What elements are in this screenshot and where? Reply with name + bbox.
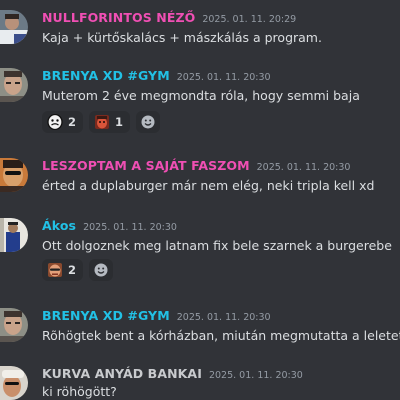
author-name[interactable]: LESZOPTAM A SAJÁT FASZOM <box>42 158 250 173</box>
author-name[interactable]: BRENYA XD #GYM <box>42 308 170 323</box>
chat-messages: NULLFORINTOS NÉZŐ 2025. 01. 11. 20:29 Kaj… <box>0 0 400 400</box>
user-avatar[interactable] <box>0 366 28 400</box>
message-header: LESZOPTAM A SAJÁT FASZOM 2025. 01. 11. 20… <box>42 156 350 174</box>
add-reaction-button[interactable] <box>136 111 161 133</box>
message-header: NULLFORINTOS NÉZŐ 2025. 01. 11. 20:29 <box>42 8 296 26</box>
message-timestamp: 2025. 01. 11. 20:30 <box>176 312 271 323</box>
add-reaction-icon <box>141 115 155 129</box>
user-avatar[interactable] <box>0 308 28 342</box>
reaction-count: 2 <box>68 115 77 129</box>
author-name[interactable]: NULLFORINTOS NÉZŐ <box>42 10 195 25</box>
message-timestamp: 2025. 01. 11. 20:30 <box>256 162 351 173</box>
reaction-bar: 2 <box>42 259 114 281</box>
custom-face-emoji-icon <box>47 114 63 130</box>
custom-red-face-emoji-icon <box>95 115 110 129</box>
reaction-count: 2 <box>68 263 77 277</box>
message-header: BRENYA XD #GYM 2025. 01. 11. 20:30 <box>42 306 271 324</box>
message-text: érted a duplaburger már nem elég, neki t… <box>42 178 375 193</box>
message-text: Ott dolgoznek meg latnam fix bele szarne… <box>42 238 392 253</box>
author-name[interactable]: BRENYA XD #GYM <box>42 68 170 83</box>
reaction-custom-red-face[interactable]: 1 <box>89 111 131 133</box>
add-reaction-icon <box>94 263 108 277</box>
reaction-count: 1 <box>115 115 124 129</box>
message-text: ki röhögött? <box>42 384 117 399</box>
add-reaction-button[interactable] <box>89 259 114 281</box>
user-avatar[interactable] <box>0 218 28 252</box>
user-avatar[interactable] <box>0 158 28 192</box>
message-header: Ákos 2025. 01. 11. 20:30 <box>42 216 177 234</box>
message-timestamp: 2025. 01. 11. 20:30 <box>83 222 177 233</box>
reaction-custom-face[interactable]: 2 <box>42 111 84 133</box>
custom-face-emoji-icon <box>48 263 62 277</box>
message-header: KURVA ANYÁD BANKAI 2025. 01. 11. 20:30 <box>42 364 303 382</box>
user-avatar[interactable] <box>0 10 28 44</box>
message-timestamp: 2025. 01. 11. 20:29 <box>202 14 297 25</box>
author-name[interactable]: Ákos <box>42 218 76 233</box>
user-avatar[interactable] <box>0 68 28 102</box>
reaction-bar: 2 1 <box>42 111 161 133</box>
message-header: BRENYA XD #GYM 2025. 01. 11. 20:30 <box>42 66 271 84</box>
message-text: Kaja + kürtőskalács + mászkálás a progra… <box>42 30 322 45</box>
reaction-custom-face[interactable]: 2 <box>42 259 84 281</box>
author-name[interactable]: KURVA ANYÁD BANKAI <box>42 366 202 381</box>
message-text: Rõhögtek bent a kórházban, miután megmut… <box>42 328 400 343</box>
message-timestamp: 2025. 01. 11. 20:30 <box>208 370 303 381</box>
message-text: Muterom 2 éve megmondta róla, hogy semmi… <box>42 88 360 103</box>
message-timestamp: 2025. 01. 11. 20:30 <box>176 72 271 83</box>
